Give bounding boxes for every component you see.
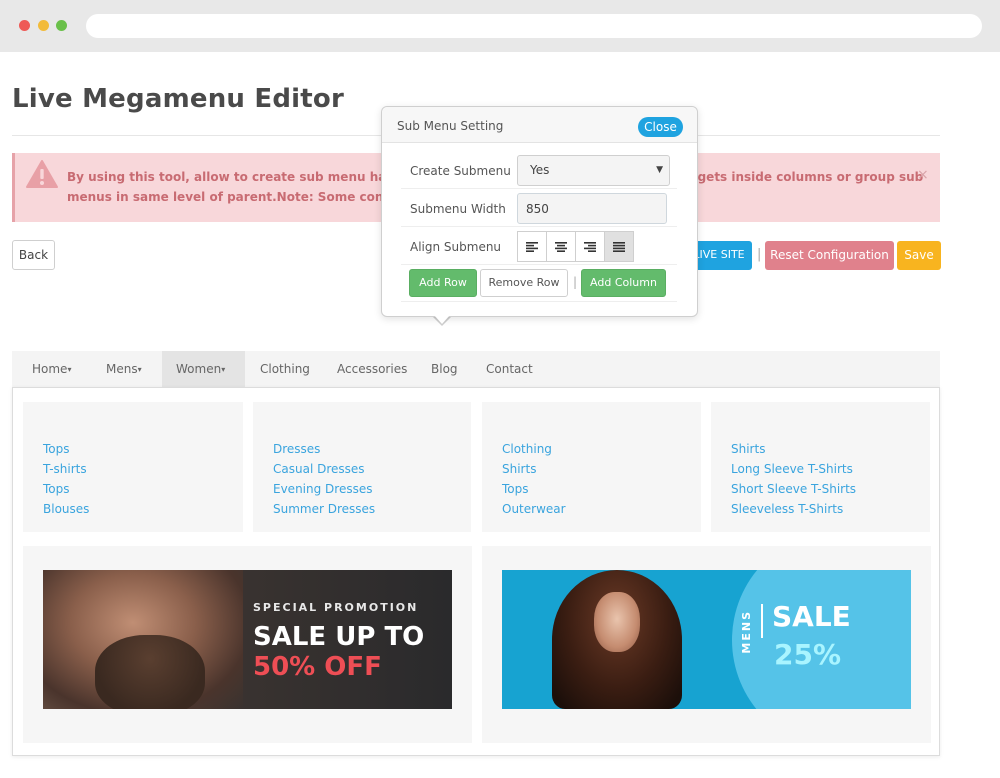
- submenu-link[interactable]: Summer Dresses: [273, 502, 375, 516]
- submenu-link[interactable]: Short Sleeve T-Shirts: [731, 482, 856, 496]
- submenu-link[interactable]: Shirts: [731, 442, 765, 456]
- align-right-icon: [584, 241, 596, 252]
- submenu-link[interactable]: T-shirts: [43, 462, 87, 476]
- browser-chrome: [0, 0, 1000, 52]
- alert-text-line2: menus in same level of parent.Note: Some…: [67, 190, 430, 204]
- sale-divider: [761, 604, 763, 638]
- menu-item-label: Clothing: [260, 362, 310, 376]
- promo-title: SALE UP TO: [253, 622, 425, 652]
- align-right-button[interactable]: [575, 231, 605, 262]
- submenu-link[interactable]: Blouses: [43, 502, 89, 516]
- menu-item-accessories[interactable]: Accessories: [323, 351, 421, 388]
- close-button[interactable]: Close: [638, 117, 683, 137]
- popup-pointer-fill: [434, 315, 450, 324]
- submenu-link[interactable]: Outerwear: [502, 502, 566, 516]
- submenu-column: Tops T-shirts Tops Blouses: [23, 402, 243, 532]
- promo-banner-mens[interactable]: SPECIAL PROMOTION SALE UP TO 50% OFF: [43, 570, 452, 709]
- warning-icon: [26, 160, 58, 188]
- caret-down-icon: ▾: [67, 365, 72, 374]
- menu-item-label: Women: [176, 362, 222, 376]
- alert-text-line1-end: dgets inside columns or group sub: [689, 170, 924, 184]
- submenu-column: Dresses Casual Dresses Evening Dresses S…: [253, 402, 471, 532]
- chevron-down-icon: ▼: [656, 165, 663, 175]
- caret-down-icon: ▾: [221, 365, 226, 374]
- create-submenu-label: Create Submenu: [410, 164, 511, 178]
- toolbar-separator: |: [757, 247, 762, 262]
- create-submenu-select[interactable]: Yes ▼: [517, 155, 670, 186]
- menu-item-label: Accessories: [337, 362, 408, 376]
- promo-banner-sale[interactable]: MENS SALE 25%: [502, 570, 911, 709]
- window-close-dot[interactable]: [19, 20, 30, 31]
- submenu-column: Shirts Long Sleeve T-Shirts Short Sleeve…: [711, 402, 930, 532]
- window-minimize-dot[interactable]: [38, 20, 49, 31]
- page-title: Live Megamenu Editor: [12, 84, 344, 114]
- menu-item-mens[interactable]: Mens▾: [92, 351, 156, 388]
- add-row-button[interactable]: Add Row: [409, 269, 477, 297]
- woman-face-image: [594, 592, 640, 652]
- address-bar[interactable]: [86, 14, 982, 38]
- caret-down-icon: ▾: [137, 365, 142, 374]
- banner-column: MENS SALE 25%: [482, 546, 931, 743]
- submenu-link[interactable]: Tops: [43, 442, 70, 456]
- submenu-width-label: Submenu Width: [410, 202, 506, 216]
- submenu-link[interactable]: Evening Dresses: [273, 482, 372, 496]
- menu-item-label: Contact: [486, 362, 533, 376]
- back-button[interactable]: Back: [12, 240, 55, 270]
- menu-item-label: Blog: [431, 362, 458, 376]
- promo-discount: 50% OFF: [253, 652, 382, 682]
- menu-item-label: Mens: [106, 362, 138, 376]
- popup-header: Sub Menu Setting Close: [382, 107, 697, 143]
- align-center-icon: [555, 241, 567, 252]
- submenu-setting-popup: Sub Menu Setting Close Create Submenu Ye…: [381, 106, 698, 317]
- submenu-link[interactable]: Sleeveless T-Shirts: [731, 502, 843, 516]
- megamenu-bar: Home▾ Mens▾ Women▾ Clothing Accessories …: [12, 351, 940, 388]
- beard-shape: [95, 635, 205, 709]
- menu-item-blog[interactable]: Blog: [417, 351, 472, 388]
- sale-category-label: MENS: [740, 610, 753, 654]
- menu-item-home[interactable]: Home▾: [18, 351, 85, 388]
- menu-item-women[interactable]: Women▾: [162, 351, 245, 388]
- submenu-link[interactable]: Tops: [43, 482, 70, 496]
- create-submenu-value: Yes: [530, 163, 550, 177]
- alert-text-line1: By using this tool, allow to create sub …: [67, 170, 433, 184]
- submenu-panel: Tops T-shirts Tops Blouses Dresses Casua…: [12, 387, 940, 756]
- add-column-button[interactable]: Add Column: [581, 269, 666, 297]
- remove-row-button[interactable]: Remove Row: [480, 269, 568, 297]
- submenu-column: Clothing Shirts Tops Outerwear: [482, 402, 701, 532]
- align-button-group: [517, 231, 634, 262]
- popup-actions-separator: |: [573, 275, 578, 289]
- submenu-link[interactable]: Long Sleeve T-Shirts: [731, 462, 853, 476]
- submenu-link[interactable]: Clothing: [502, 442, 552, 456]
- reset-configuration-button[interactable]: Reset Configuration: [765, 241, 894, 270]
- align-submenu-label: Align Submenu: [410, 240, 502, 254]
- menu-item-label: Home: [32, 362, 68, 376]
- window-maximize-dot[interactable]: [56, 20, 67, 31]
- promo-subtitle: SPECIAL PROMOTION: [253, 601, 419, 614]
- submenu-link[interactable]: Casual Dresses: [273, 462, 365, 476]
- banner-column: SPECIAL PROMOTION SALE UP TO 50% OFF: [23, 546, 472, 743]
- align-justify-button[interactable]: [604, 231, 634, 262]
- menu-item-clothing[interactable]: Clothing: [246, 351, 324, 388]
- align-left-button[interactable]: [517, 231, 547, 262]
- menu-item-contact[interactable]: Contact: [472, 351, 547, 388]
- submenu-link[interactable]: Dresses: [273, 442, 320, 456]
- submenu-width-input[interactable]: [517, 193, 667, 224]
- align-left-icon: [526, 241, 538, 252]
- popup-title: Sub Menu Setting: [397, 119, 504, 133]
- sale-title: SALE: [772, 600, 851, 633]
- submenu-link[interactable]: Shirts: [502, 462, 536, 476]
- align-center-button[interactable]: [546, 231, 576, 262]
- submenu-link[interactable]: Tops: [502, 482, 529, 496]
- alert-close-icon[interactable]: ×: [917, 167, 929, 183]
- save-button[interactable]: Save: [897, 241, 941, 270]
- sale-discount: 25%: [774, 638, 842, 671]
- align-justify-icon: [613, 241, 625, 252]
